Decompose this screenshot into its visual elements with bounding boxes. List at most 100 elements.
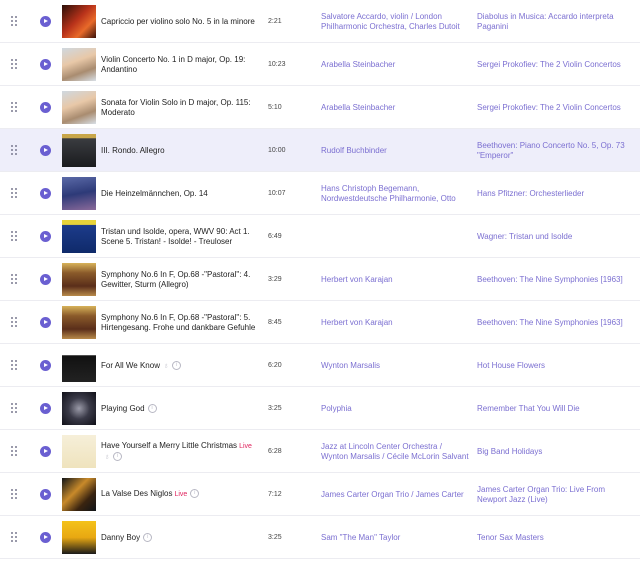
track-title[interactable]: III. Rondo. Allegro <box>101 146 165 155</box>
artist-link[interactable]: Jazz at Lincoln Center Orchestra / Wynto… <box>321 442 471 462</box>
drag-handle-icon[interactable] <box>11 360 19 371</box>
play-icon[interactable] <box>40 231 51 242</box>
artist-link[interactable]: Wynton Marsalis <box>321 361 380 371</box>
track-row[interactable]: Danny Boy i 3:25 Sam "The Man" Taylor Tenor … <box>0 516 640 559</box>
play-icon[interactable] <box>40 145 51 156</box>
track-artist[interactable]: James Carter Organ Trio / James Carter <box>321 473 471 516</box>
track-album[interactable]: Beethoven: Piano Concerto No. 5, Op. 73 … <box>477 129 637 172</box>
album-link[interactable]: Sergei Prokofiev: The 2 Violin Concertos <box>477 103 621 113</box>
track-artist[interactable]: Salvatore Accardo, violin / London Philh… <box>321 0 471 43</box>
album-link[interactable]: Beethoven: Piano Concerto No. 5, Op. 73 … <box>477 141 637 161</box>
track-artist[interactable]: Wynton Marsalis <box>321 344 471 387</box>
artist-link[interactable]: Herbert von Karajan <box>321 318 393 328</box>
play-icon[interactable] <box>40 489 51 500</box>
play-icon[interactable] <box>40 360 51 371</box>
track-title[interactable]: Tristan und Isolde, opera, WWV 90: Act 1… <box>101 227 250 246</box>
track-album[interactable]: Sergei Prokofiev: The 2 Violin Concertos <box>477 86 637 129</box>
track-row[interactable]: Sonata for Violin Solo in D major, Op. 1… <box>0 86 640 129</box>
track-album[interactable]: James Carter Organ Trio: Live From Newpo… <box>477 473 637 516</box>
play-icon[interactable] <box>40 532 51 543</box>
album-cover[interactable] <box>62 521 96 554</box>
drag-handle-icon[interactable] <box>11 231 19 242</box>
track-title[interactable]: Symphony No.6 In F, Op.68 -"Pastoral": 4… <box>101 270 250 289</box>
drag-handle-icon[interactable] <box>11 317 19 328</box>
album-cover[interactable] <box>62 5 96 38</box>
album-link[interactable]: James Carter Organ Trio: Live From Newpo… <box>477 485 637 505</box>
track-album[interactable]: Wagner: Tristan und Isolde <box>477 215 637 258</box>
album-link[interactable]: Tenor Sax Masters <box>477 533 544 543</box>
album-cover[interactable] <box>62 177 96 210</box>
track-artist[interactable]: Jazz at Lincoln Center Orchestra / Wynto… <box>321 430 471 473</box>
track-title[interactable]: Die Heinzelmännchen, Op. 14 <box>101 189 208 198</box>
drag-handle-icon[interactable] <box>11 59 19 70</box>
track-title[interactable]: La Valse Des Niglos <box>101 489 172 498</box>
album-link[interactable]: Hans Pfitzner: Orchesterlieder <box>477 189 584 199</box>
artist-link[interactable]: Arabella Steinbacher <box>321 103 395 113</box>
track-title[interactable]: For All We Know <box>101 361 160 370</box>
track-row[interactable]: La Valse Des Niglos Live i 7:12 James Carter… <box>0 473 640 516</box>
track-row[interactable]: For All We Know ♁ i 6:20 Wynton Marsalis Hot … <box>0 344 640 387</box>
track-title[interactable]: Symphony No.6 In F, Op.68 -"Pastoral": 5… <box>101 313 255 332</box>
track-title[interactable]: Have Yourself a Merry Little Christmas <box>101 441 237 450</box>
track-album[interactable]: Tenor Sax Masters <box>477 516 637 559</box>
album-cover[interactable] <box>62 306 96 339</box>
album-link[interactable]: Beethoven: The Nine Symphonies [1963] <box>477 318 623 328</box>
track-album[interactable]: Beethoven: The Nine Symphonies [1963] <box>477 301 637 344</box>
drag-handle-icon[interactable] <box>11 102 19 113</box>
play-icon[interactable] <box>40 188 51 199</box>
track-title[interactable]: Violin Concerto No. 1 in D major, Op. 19… <box>101 55 245 74</box>
play-icon[interactable] <box>40 446 51 457</box>
track-artist[interactable]: Arabella Steinbacher <box>321 86 471 129</box>
track-album[interactable]: Remember That You Will Die <box>477 387 637 430</box>
play-icon[interactable] <box>40 274 51 285</box>
album-cover[interactable] <box>62 435 96 468</box>
track-row[interactable]: Capriccio per violino solo No. 5 in la m… <box>0 0 640 43</box>
play-icon[interactable] <box>40 403 51 414</box>
drag-handle-icon[interactable] <box>11 532 19 543</box>
track-album[interactable]: Beethoven: The Nine Symphonies [1963] <box>477 258 637 301</box>
artist-link[interactable]: Polyphia <box>321 404 352 414</box>
album-link[interactable]: Wagner: Tristan und Isolde <box>477 232 572 242</box>
track-title[interactable]: Danny Boy <box>101 533 140 542</box>
track-artist[interactable] <box>321 215 471 258</box>
album-cover[interactable] <box>62 478 96 511</box>
album-link[interactable]: Beethoven: The Nine Symphonies [1963] <box>477 275 623 285</box>
drag-handle-icon[interactable] <box>11 16 19 27</box>
track-album[interactable]: Diabolus in Musica: Accardo interpreta P… <box>477 0 637 43</box>
track-row[interactable]: Die Heinzelmännchen, Op. 14 10:07 Hans Chr… <box>0 172 640 215</box>
album-link[interactable]: Hot House Flowers <box>477 361 545 371</box>
track-album[interactable]: Hot House Flowers <box>477 344 637 387</box>
artist-link[interactable]: Arabella Steinbacher <box>321 60 395 70</box>
play-icon[interactable] <box>40 59 51 70</box>
track-row[interactable]: Symphony No.6 In F, Op.68 -"Pastoral": 4… <box>0 258 640 301</box>
artist-link[interactable]: Sam "The Man" Taylor <box>321 533 400 543</box>
artist-link[interactable]: James Carter Organ Trio / James Carter <box>321 490 464 500</box>
drag-handle-icon[interactable] <box>11 145 19 156</box>
track-row[interactable]: Violin Concerto No. 1 in D major, Op. 19… <box>0 43 640 86</box>
album-cover[interactable] <box>62 134 96 167</box>
album-cover[interactable] <box>62 263 96 296</box>
album-link[interactable]: Diabolus in Musica: Accardo interpreta P… <box>477 12 637 32</box>
track-artist[interactable]: Sam "The Man" Taylor <box>321 516 471 559</box>
track-album[interactable]: Big Band Holidays <box>477 430 637 473</box>
track-row[interactable]: Symphony No.6 In F, Op.68 -"Pastoral": 5… <box>0 301 640 344</box>
artist-link[interactable]: Hans Christoph Begemann, Nordwestdeutsch… <box>321 184 471 204</box>
track-artist[interactable]: Polyphia <box>321 387 471 430</box>
track-artist[interactable]: Rudolf Buchbinder <box>321 129 471 172</box>
drag-handle-icon[interactable] <box>11 403 19 414</box>
album-cover[interactable] <box>62 392 96 425</box>
track-title[interactable]: Capriccio per violino solo No. 5 in la m… <box>101 17 255 26</box>
track-album[interactable]: Sergei Prokofiev: The 2 Violin Concertos <box>477 43 637 86</box>
drag-handle-icon[interactable] <box>11 274 19 285</box>
track-title[interactable]: Playing God <box>101 404 145 413</box>
track-artist[interactable]: Herbert von Karajan <box>321 258 471 301</box>
play-icon[interactable] <box>40 102 51 113</box>
track-row[interactable]: Tristan und Isolde, opera, WWV 90: Act 1… <box>0 215 640 258</box>
track-row[interactable]: Playing God i 3:25 Polyphia Remember That Yo… <box>0 387 640 430</box>
play-icon[interactable] <box>40 16 51 27</box>
album-link[interactable]: Big Band Holidays <box>477 447 542 457</box>
album-link[interactable]: Sergei Prokofiev: The 2 Violin Concertos <box>477 60 621 70</box>
track-artist[interactable]: Hans Christoph Begemann, Nordwestdeutsch… <box>321 172 471 215</box>
artist-link[interactable]: Herbert von Karajan <box>321 275 393 285</box>
track-row[interactable]: III. Rondo. Allegro 10:00 Rudolf Buchbinde… <box>0 129 640 172</box>
